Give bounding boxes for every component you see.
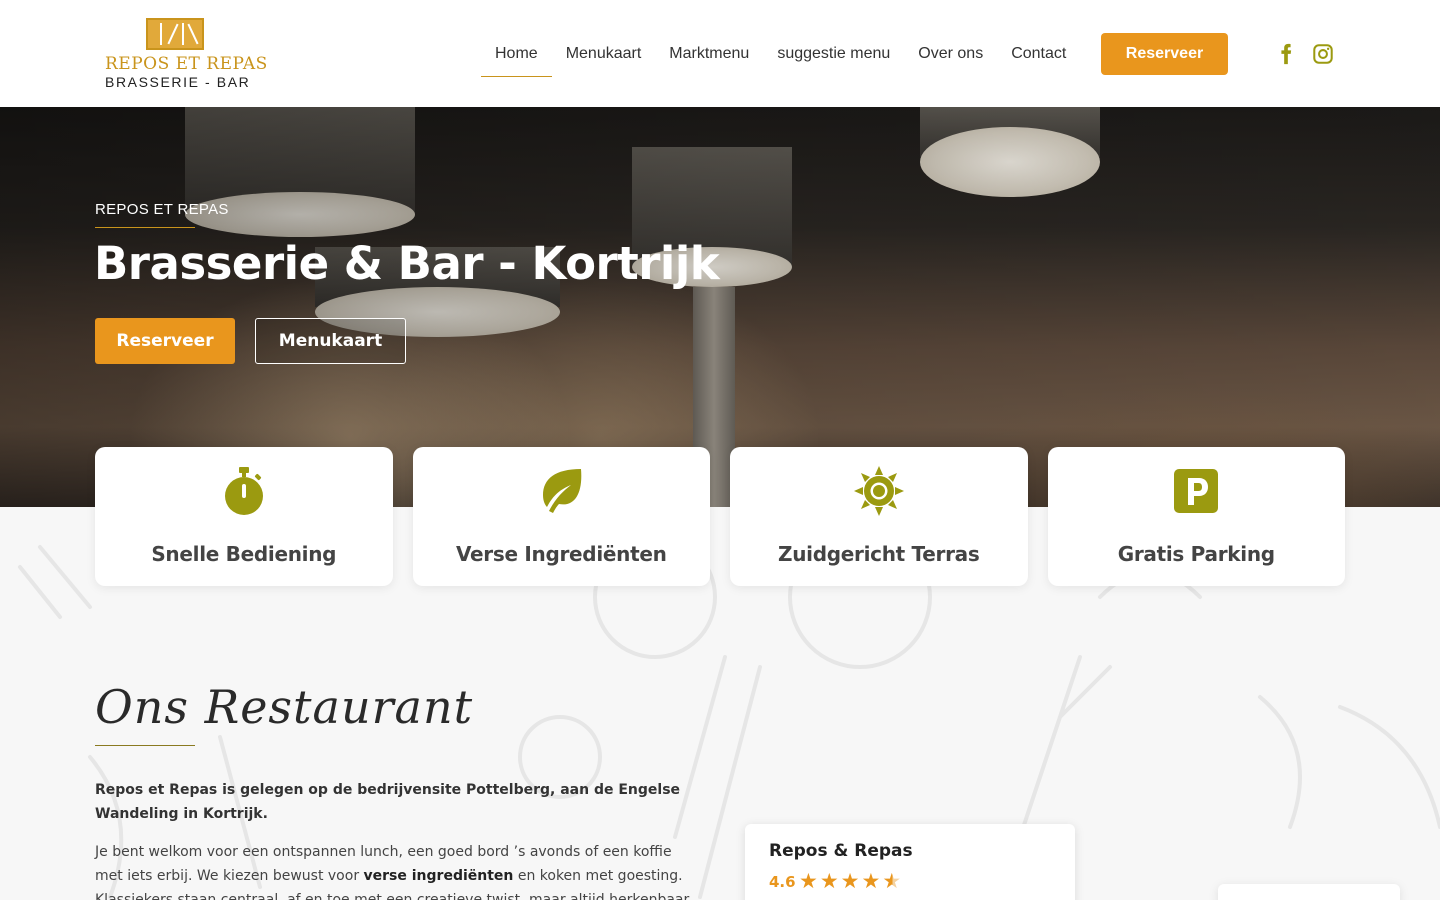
main-nav: Home Menukaart Marktmenu suggestie menu … bbox=[481, 0, 1080, 107]
hero-kicker-underline bbox=[95, 227, 195, 228]
nav-item-suggestie-menu[interactable]: suggestie menu bbox=[763, 0, 904, 107]
review-rating-value: 4.6 bbox=[769, 873, 796, 891]
logo-name: REPOS ET REPAS bbox=[105, 54, 268, 74]
logo-mark-icon bbox=[146, 18, 204, 50]
about-body-bold: verse ingrediënten bbox=[363, 868, 514, 884]
star-icon: ★ bbox=[840, 869, 860, 893]
nav-item-home[interactable]: Home bbox=[481, 0, 552, 107]
leaf-icon bbox=[543, 469, 582, 513]
review-widget[interactable]: Repos & Repas 4.6 ★ ★ ★ ★ ★ bbox=[745, 824, 1075, 900]
feature-label: Verse Ingrediënten bbox=[455, 542, 667, 566]
feature-card-gratis-parking: Gratis Parking bbox=[1047, 447, 1345, 586]
star-icon: ★ bbox=[819, 869, 839, 893]
review-stars: ★ ★ ★ ★ ★ bbox=[799, 870, 901, 892]
logo-subtitle: BRASSERIE - BAR bbox=[105, 74, 251, 90]
hero-kicker: REPOS ET REPAS bbox=[95, 201, 229, 218]
feature-card-verse-ingredienten: Verse Ingrediënten bbox=[412, 447, 710, 586]
hero-menukaart-button[interactable]: Menukaart bbox=[255, 318, 406, 364]
parking-icon bbox=[1174, 469, 1219, 513]
hero-title: Brasserie & Bar - Kortrijk bbox=[94, 237, 720, 290]
feature-card-zuidgericht-terras: Zuidgericht Terras bbox=[730, 447, 1028, 586]
about-body: Je bent welkom voor een ontspannen lunch… bbox=[95, 840, 695, 900]
site-header: REPOS ET REPAS BRASSERIE - BAR Home Menu… bbox=[0, 0, 1440, 107]
nav-item-marktmenu[interactable]: Marktmenu bbox=[655, 0, 763, 107]
stopwatch-icon bbox=[224, 467, 263, 515]
review-widget-secondary[interactable] bbox=[1218, 884, 1400, 900]
star-icon: ★ bbox=[799, 869, 818, 893]
hero-reserve-button[interactable]: Reserveer bbox=[95, 318, 235, 364]
star-half-icon: ★ bbox=[882, 869, 902, 893]
section-title: Ons Restaurant bbox=[95, 680, 474, 734]
feature-label: Zuidgericht Terras bbox=[778, 542, 980, 566]
feature-card-snelle-bediening: Snelle Bediening bbox=[95, 447, 393, 586]
section-title-underline bbox=[95, 745, 195, 746]
about-intro: Repos et Repas is gelegen op de bedrijve… bbox=[95, 782, 681, 822]
star-icon: ★ bbox=[861, 869, 881, 893]
feature-cards: Snelle Bediening Verse Ingrediënten Zuid… bbox=[95, 447, 1345, 586]
reserve-button[interactable]: Reserveer bbox=[1101, 33, 1228, 75]
feature-label: Snelle Bediening bbox=[151, 542, 337, 566]
facebook-icon[interactable] bbox=[1275, 43, 1297, 65]
review-business-name: Repos & Repas bbox=[769, 841, 913, 861]
nav-item-menukaart[interactable]: Menukaart bbox=[552, 0, 656, 107]
feature-label: Gratis Parking bbox=[1117, 542, 1275, 566]
logo[interactable]: REPOS ET REPAS BRASSERIE - BAR bbox=[96, 10, 267, 92]
sun-icon bbox=[853, 466, 904, 516]
instagram-icon[interactable] bbox=[1312, 43, 1334, 65]
nav-item-contact[interactable]: Contact bbox=[997, 0, 1080, 107]
nav-item-over-ons[interactable]: Over ons bbox=[904, 0, 997, 107]
